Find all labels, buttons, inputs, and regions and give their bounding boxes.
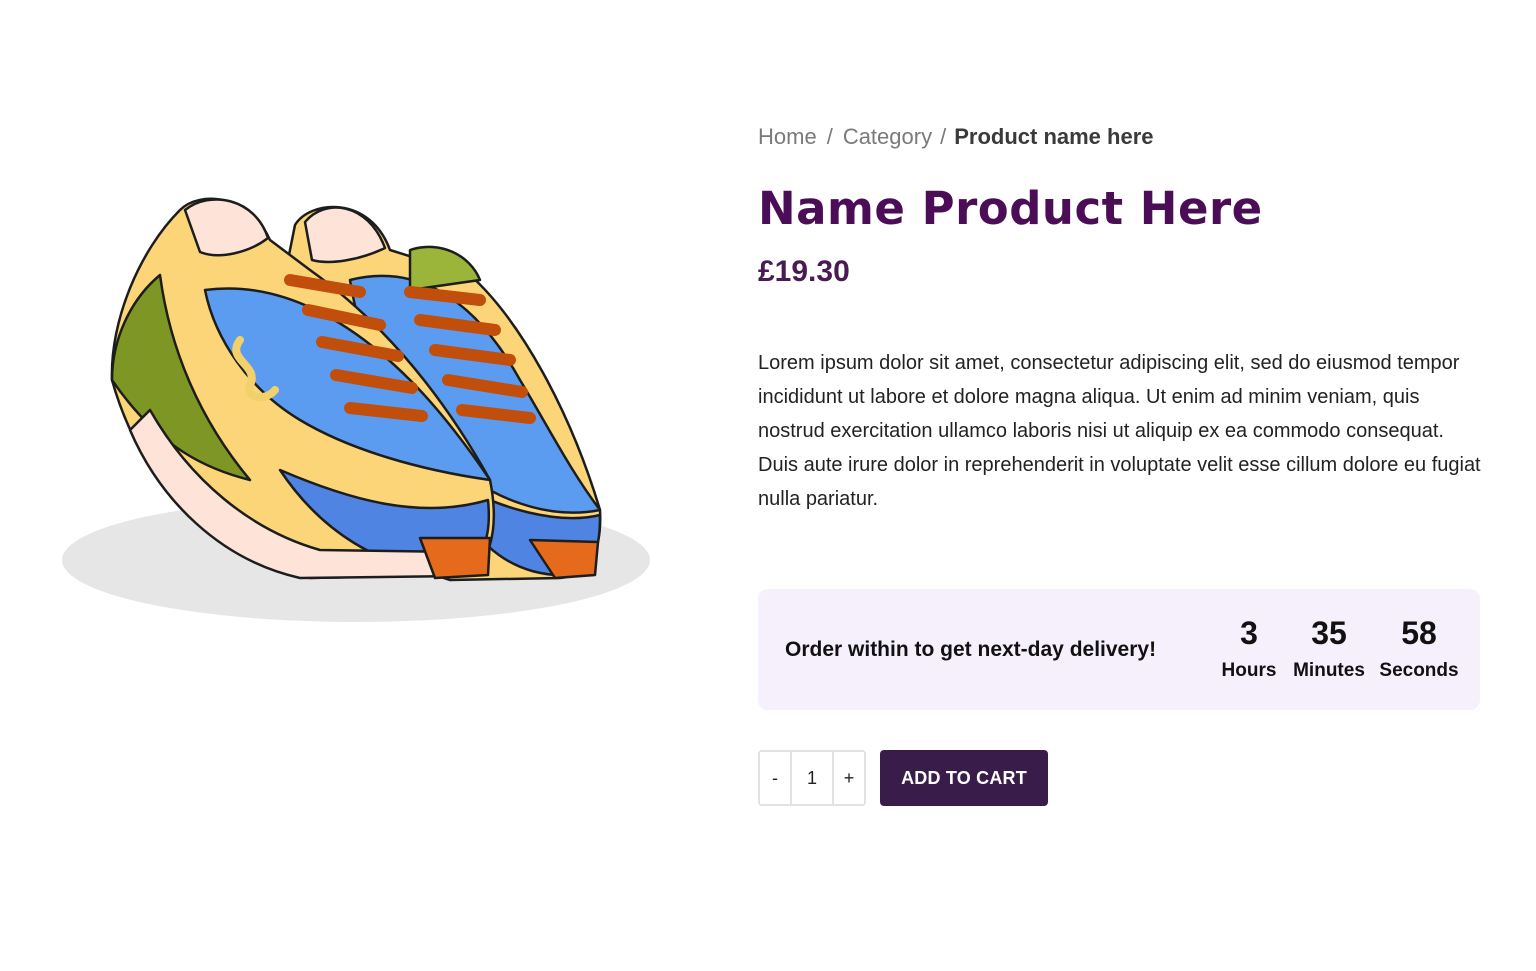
delivery-banner: Order within to get next-day delivery! 3… bbox=[758, 589, 1480, 710]
countdown-seconds-label: Seconds bbox=[1379, 660, 1459, 681]
breadcrumb: Home / Category / Product name here bbox=[758, 122, 1482, 152]
product-price: £19.30 bbox=[758, 255, 850, 288]
product-details: Home / Category / Product name here Name… bbox=[758, 122, 1482, 516]
product-title: Name Product Here bbox=[758, 182, 1263, 235]
quantity-stepper: - + bbox=[758, 750, 866, 806]
breadcrumb-current: Product name here bbox=[954, 124, 1154, 149]
countdown-seconds-value: 58 bbox=[1401, 615, 1437, 651]
product-description: Lorem ipsum dolor sit amet, consectetur … bbox=[758, 352, 1481, 510]
countdown-hours-label: Hours bbox=[1221, 660, 1277, 681]
countdown-seconds: 58 Seconds bbox=[1374, 611, 1464, 683]
quantity-decrement-button[interactable]: - bbox=[760, 752, 790, 804]
product-image bbox=[50, 180, 670, 650]
countdown-minutes-value: 35 bbox=[1311, 615, 1347, 651]
sneakers-illustration-icon bbox=[62, 197, 650, 622]
product-page: Home / Category / Product name here Name… bbox=[0, 0, 1536, 971]
countdown-minutes: 35 Minutes bbox=[1284, 611, 1374, 683]
quantity-increment-button[interactable]: + bbox=[834, 752, 864, 804]
cart-row: - + ADD TO CART bbox=[758, 750, 1048, 806]
countdown-hours: 3 Hours bbox=[1204, 611, 1294, 683]
breadcrumb-home[interactable]: Home bbox=[758, 124, 817, 150]
breadcrumb-category[interactable]: Category bbox=[843, 124, 932, 150]
breadcrumb-separator: / bbox=[940, 124, 947, 149]
add-to-cart-button[interactable]: ADD TO CART bbox=[880, 750, 1048, 806]
countdown-hours-value: 3 bbox=[1240, 615, 1258, 651]
delivery-message: Order within to get next-day delivery! bbox=[785, 637, 1157, 661]
countdown-minutes-label: Minutes bbox=[1293, 660, 1365, 681]
quantity-input[interactable] bbox=[790, 752, 834, 804]
breadcrumb-separator: / bbox=[826, 124, 833, 149]
